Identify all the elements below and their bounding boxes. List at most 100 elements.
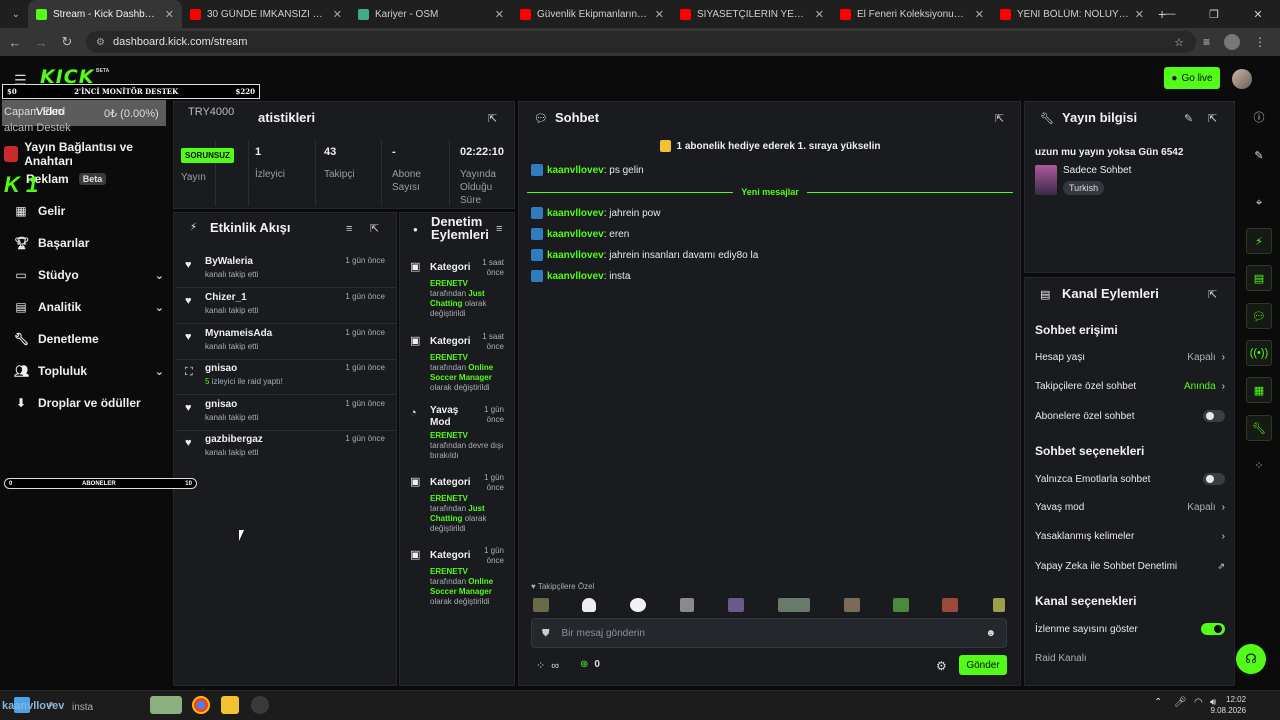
chat-input[interactable]: ⛊ Bir mesaj gönderin ☻ [531,618,1007,648]
stream-category[interactable]: Sadece Sohbet [1063,165,1131,176]
wrench-icon[interactable]: 🔧︎ [1246,415,1272,441]
browser-menu-icon[interactable]: ⋮ [1254,35,1266,49]
browser-tab[interactable]: Kariyer - OSM ✕ [350,0,512,28]
bookmark-star-icon[interactable]: ☆ [1174,36,1184,49]
activity-user[interactable]: MynameisAda [205,328,272,339]
tab-search-icon[interactable]: ⌄ [4,4,28,24]
kick-points[interactable]: ⊛ 0 [580,659,600,670]
support-headset-icon[interactable]: ☊ [1236,644,1266,674]
go-live-button[interactable]: ● Go live [1164,67,1220,89]
lightning-icon[interactable]: ⚡︎ [1246,228,1272,254]
slow-mode-setting[interactable]: Yavaş mod Kapalı › [1035,502,1225,513]
site-info-icon[interactable]: ⚙ [96,37,105,48]
chat-username[interactable]: kaanvllovev [547,229,604,240]
profile-avatar-icon[interactable] [1224,34,1240,50]
gift-banner[interactable]: 1 abonelik hediye ederek 1. sıraya yükse… [520,136,1020,156]
show-viewers-toggle[interactable] [1201,623,1225,635]
sidebar-item-achievements[interactable]: 🏆︎ Başarılar [14,236,164,250]
sidebar-item-drops[interactable]: ⬇ Droplar ve ödüller [14,396,164,410]
browser-tab[interactable]: YENİ BÖLÜM: NOLUYO YA ¿ VS ✕ [992,0,1152,28]
sidebar-item-revenue[interactable]: ▦ Gelir [14,204,164,218]
emote-only-toggle[interactable] [1203,473,1225,485]
chat-username[interactable]: kaanvllovev [547,250,604,261]
file-explorer-icon[interactable] [221,696,239,714]
notes-icon[interactable]: ▤ [1246,265,1272,291]
restore-icon[interactable]: ❐ [1192,0,1236,28]
activity-user[interactable]: ByWaleria [205,256,253,267]
mod-user[interactable]: ERENETV [430,353,468,362]
activity-user[interactable]: gnisao [205,363,237,374]
emote-icon[interactable] [728,598,744,612]
account-age-setting[interactable]: Hesap yaşı Kapalı › [1035,352,1225,363]
taskbar-clock[interactable]: 12:02 9.08.2026 [1210,694,1246,716]
sidebar-item-stream-key[interactable]: Yayın Bağlantısı ve Anahtarı [14,140,164,168]
popout-icon[interactable]: ⇱ [370,222,379,235]
emote-icon[interactable] [993,598,1005,612]
sidebar-item-community[interactable]: 👥︎ Topluluk ⌄ [14,364,164,378]
followers-only-setting[interactable]: Takipçilere özel sohbet Anında › [1035,381,1225,392]
reading-list-icon[interactable]: ≡ [1203,35,1210,49]
popout-icon[interactable]: ⇱ [1208,112,1217,125]
url-input[interactable]: ⚙ dashboard.kick.com/stream ☆ [86,31,1196,53]
popout-icon[interactable]: ⇱ [995,112,1004,125]
tab-close-icon[interactable]: ✕ [1135,8,1144,21]
chat-username[interactable]: kaanvllovev [547,165,604,176]
close-window-icon[interactable]: ✕ [1236,0,1280,28]
reload-icon[interactable]: ↻ [54,34,80,50]
emote-icon[interactable] [778,598,810,612]
emote-icon[interactable] [630,598,646,612]
browser-tab[interactable]: 30 GÜNDE İMKANSIZI BAŞARM ✕ [182,0,350,28]
filter-icon[interactable]: ≡ [496,223,502,235]
emote-icon[interactable] [893,598,909,612]
tab-close-icon[interactable]: ✕ [495,8,504,21]
chat-username[interactable]: kaanvllovev [547,271,604,282]
browser-tab[interactable]: SİYASETÇİLERİN YEDİĞİ MECLİS ✕ [672,0,832,28]
minimize-icon[interactable]: — [1148,0,1192,28]
popout-icon[interactable]: ⇱ [488,112,497,125]
mod-user[interactable]: ERENETV [430,431,468,440]
subs-only-toggle[interactable] [1203,410,1225,422]
tab-close-icon[interactable]: ✕ [655,8,664,21]
emote-icon[interactable] [582,598,596,612]
emote-only-setting[interactable]: Yalnızca Emotlarla sohbet [1035,473,1225,485]
browser-tab[interactable]: El Feneri Koleksiyonumun Favo ✕ [832,0,992,28]
activity-user[interactable]: Chizer_1 [205,292,247,303]
info-icon[interactable]: ⓘ [1246,104,1272,130]
user-avatar[interactable] [1232,69,1252,89]
mod-user[interactable]: ERENETV [430,494,468,503]
mod-user[interactable]: ERENETV [430,279,468,288]
send-button[interactable]: Gönder [959,655,1007,675]
raid-channel-setting[interactable]: Raid Kanalı [1035,653,1225,664]
back-icon[interactable]: ← [2,35,28,50]
banned-words-setting[interactable]: Yasaklanmış kelimeler › [1035,531,1225,542]
sidebar-item-analytics[interactable]: ▤ Analitik ⌄ [14,300,164,314]
sidebar-item-studio[interactable]: ▭ Stüdyo ⌄ [14,268,164,282]
activity-user[interactable]: gazbibergaz [205,434,263,445]
edit-icon[interactable]: ✎ [1246,142,1272,168]
chat-points[interactable]: ⁘ ∞ [536,659,559,673]
taskbar-widget-icon[interactable] [150,696,182,714]
emote-icon[interactable] [942,598,958,612]
chrome-icon[interactable] [192,696,210,714]
activity-user[interactable]: gnisao [205,399,237,410]
app-icon[interactable] [251,696,269,714]
popout-icon[interactable]: ⇱ [1208,288,1217,301]
forward-icon[interactable]: → [28,35,54,50]
show-viewers-setting[interactable]: İzlenme sayısını göster [1035,623,1225,635]
channel-actions-icon[interactable]: ▦ [1246,377,1272,403]
subscribers-only-setting[interactable]: Abonelere özel sohbet [1035,410,1225,422]
wifi-icon[interactable]: ◠ [1194,697,1203,708]
chat-icon[interactable]: 💬︎ [1246,303,1272,329]
chat-username[interactable]: kaanvllovev [547,208,604,219]
filter-icon[interactable]: ≡ [346,223,352,235]
broadcast-icon[interactable]: ((•)) [1246,340,1272,366]
browser-tab[interactable]: Güvenlik Ekipmanlarını Sınırlan ✕ [512,0,672,28]
add-widget-icon[interactable]: ⁘ [1246,452,1272,478]
tab-close-icon[interactable]: ✕ [333,8,342,21]
tab-close-icon[interactable]: ✕ [975,8,984,21]
emoji-icon[interactable]: ☻ [985,628,996,639]
tray-chevron-up-icon[interactable]: ⌃ [1154,697,1162,708]
mod-user[interactable]: ERENETV [430,567,468,576]
ai-moderation-setting[interactable]: Yapay Zeka ile Sohbet Denetimi ⇗ [1035,561,1225,572]
emote-icon[interactable] [680,598,694,612]
